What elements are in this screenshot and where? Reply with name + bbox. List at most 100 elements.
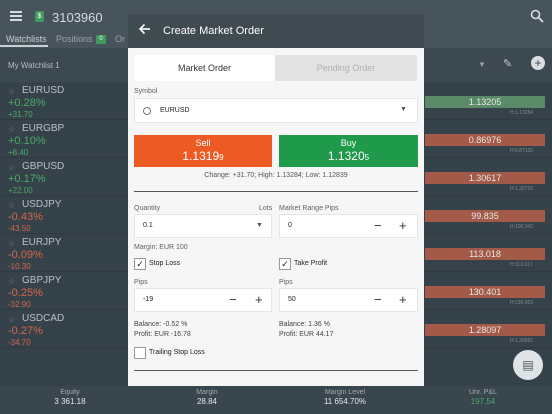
quantity-value: 0.1 bbox=[143, 222, 153, 229]
buy-button[interactable]: Buy 1.13205 bbox=[279, 135, 418, 167]
back-arrow-icon[interactable] bbox=[138, 22, 154, 38]
watchlist-change-percent: -0.09% bbox=[8, 249, 43, 261]
star-icon[interactable]: ☆ bbox=[8, 125, 15, 134]
take-profit-pips-value: 50 bbox=[288, 296, 296, 303]
margin-info: Margin: EUR 100 bbox=[134, 244, 188, 251]
watchlist-price[interactable]: 1.13205 bbox=[425, 96, 545, 108]
divider bbox=[134, 191, 418, 192]
chevron-down-icon[interactable]: ▼ bbox=[478, 60, 486, 69]
plus-icon[interactable]: + bbox=[255, 292, 263, 308]
plus-icon[interactable]: + bbox=[399, 292, 407, 308]
unrealized-pnl-label: Unr. P&L bbox=[468, 389, 497, 396]
edit-icon[interactable]: ✎ bbox=[503, 57, 512, 70]
margin-value: 28.84 bbox=[196, 397, 218, 406]
star-icon[interactable]: ☆ bbox=[8, 277, 15, 286]
watchlist-change-points: +31.70 bbox=[8, 110, 33, 119]
caret-down-icon: ▼ bbox=[256, 222, 263, 229]
unrealized-pnl-value: 197.54 bbox=[470, 397, 496, 406]
watchlist-high: H:100.342 bbox=[510, 224, 534, 230]
market-range-value: 0 bbox=[288, 222, 292, 229]
star-icon[interactable]: ☆ bbox=[8, 163, 15, 172]
margin-label: Margin bbox=[196, 389, 218, 396]
watchlist-high: H:1.28561 bbox=[510, 338, 534, 344]
watchlist-change-percent: +0.10% bbox=[8, 135, 46, 147]
watchlist-high: H:113.617 bbox=[510, 262, 533, 268]
watchlist-price[interactable]: 113.018 bbox=[425, 248, 545, 260]
star-icon[interactable]: ☆ bbox=[8, 315, 15, 324]
star-icon[interactable]: ☆ bbox=[8, 201, 15, 210]
watchlist-price[interactable]: 1.30617 bbox=[425, 172, 545, 184]
take-profit-pips-stepper[interactable]: 50 − + bbox=[279, 288, 418, 312]
trailing-stop-checkbox[interactable] bbox=[134, 347, 146, 359]
watchlist-symbol: GBPJPY bbox=[22, 275, 62, 286]
stop-loss-pips-stepper[interactable]: -19 − + bbox=[134, 288, 272, 312]
search-icon[interactable] bbox=[530, 9, 544, 23]
hamburger-menu-icon[interactable] bbox=[10, 11, 22, 21]
symbol-value: EURUSD bbox=[160, 107, 190, 114]
stop-loss-checkbox[interactable]: ✓ bbox=[134, 258, 146, 270]
unrealized-pnl-summary: Unr. P&L 197.54 bbox=[433, 389, 533, 406]
watchlist-price[interactable]: 130.401 bbox=[425, 286, 545, 298]
take-profit-balance: Balance: 1.36 % bbox=[279, 321, 330, 328]
watchlist-change-points: -43.50 bbox=[8, 224, 31, 233]
sell-label: Sell bbox=[195, 138, 211, 148]
take-profit-pips-label: Pips bbox=[279, 279, 293, 286]
watchlist-symbol: EURGBP bbox=[22, 123, 65, 134]
tab-market-order[interactable]: Market Order bbox=[134, 55, 275, 81]
sell-button[interactable]: Sell 1.13199 bbox=[134, 135, 272, 167]
watchlist-change-points: -10.30 bbox=[8, 262, 31, 271]
account-number[interactable]: 3103960 bbox=[52, 10, 103, 25]
watchlist-change-points: -34.70 bbox=[8, 338, 31, 347]
tab-orders[interactable]: Or bbox=[115, 34, 125, 44]
take-profit-profit: Profit: EUR 44.17 bbox=[279, 331, 334, 338]
watchlist-change-percent: -0.27% bbox=[8, 325, 43, 337]
watchlist-change-percent: -0.43% bbox=[8, 211, 43, 223]
buy-price-main: 1.1320 bbox=[327, 149, 365, 163]
watchlist-symbol: EURUSD bbox=[22, 85, 65, 96]
watchlist-change-percent: +0.17% bbox=[8, 173, 46, 185]
minus-icon[interactable]: − bbox=[229, 292, 237, 308]
sell-price-pip: 9 bbox=[219, 153, 224, 162]
take-profit-checkbox[interactable]: ✓ bbox=[279, 258, 291, 270]
active-tab-indicator bbox=[0, 45, 48, 47]
minus-icon[interactable]: − bbox=[374, 218, 382, 234]
clipboard-icon[interactable]: ▤ bbox=[513, 350, 543, 380]
minus-icon[interactable]: − bbox=[374, 292, 382, 308]
watchlist-high: H:1.30716 bbox=[510, 186, 534, 192]
watchlist-price[interactable]: 1.28097 bbox=[425, 324, 545, 336]
dialog-header: Create Market Order bbox=[128, 14, 424, 48]
buy-price-pip: 5 bbox=[364, 153, 370, 162]
star-icon[interactable]: ☆ bbox=[8, 239, 15, 248]
add-icon[interactable]: + bbox=[531, 56, 545, 70]
symbol-label: Symbol bbox=[134, 88, 158, 95]
lots-label: Lots bbox=[259, 205, 273, 212]
watchlist-change-percent: -0.25% bbox=[8, 287, 43, 299]
margin-summary: Margin 28.84 bbox=[157, 389, 257, 406]
order-type-toggle: Market Order Pending Order bbox=[134, 55, 417, 81]
market-range-label: Market Range Pips bbox=[279, 205, 339, 212]
buy-label: Buy bbox=[340, 138, 357, 148]
sell-price-main: 1.1319 bbox=[182, 149, 220, 163]
plus-icon[interactable]: + bbox=[399, 218, 407, 234]
watchlist-title[interactable]: My Watchlist 1 bbox=[8, 61, 60, 70]
watchlist-change-points: -32.90 bbox=[8, 300, 31, 309]
tab-watchlists[interactable]: Watchlists bbox=[6, 34, 47, 44]
symbol-select[interactable]: EURUSD ▼ bbox=[134, 98, 418, 123]
star-icon[interactable]: ☆ bbox=[8, 87, 15, 96]
equity-label: Equity bbox=[60, 389, 80, 396]
watchlist-price[interactable]: 0.86976 bbox=[425, 134, 545, 146]
stop-loss-profit: Profit: EUR -16.78 bbox=[134, 331, 191, 338]
stop-loss-label: Stop Loss bbox=[149, 260, 181, 267]
quantity-label: Quantity bbox=[134, 205, 161, 212]
watchlist-high: H:1.13284 bbox=[510, 110, 534, 116]
quantity-select[interactable]: 0.1 ▼ bbox=[134, 214, 272, 238]
equity-value: 3 361.18 bbox=[54, 397, 86, 406]
account-badge: $ bbox=[35, 11, 44, 22]
market-range-stepper[interactable]: 0 − + bbox=[279, 214, 418, 238]
watchlist-price[interactable]: 99.835 bbox=[425, 210, 545, 222]
tab-pending-order[interactable]: Pending Order bbox=[275, 55, 417, 81]
watchlist-high: H:130.953 bbox=[510, 300, 534, 306]
equity-summary: Equity 3 361.18 bbox=[20, 389, 120, 406]
tab-positions[interactable]: Positions bbox=[56, 34, 93, 44]
watchlist-symbol: USDCAD bbox=[22, 313, 65, 324]
